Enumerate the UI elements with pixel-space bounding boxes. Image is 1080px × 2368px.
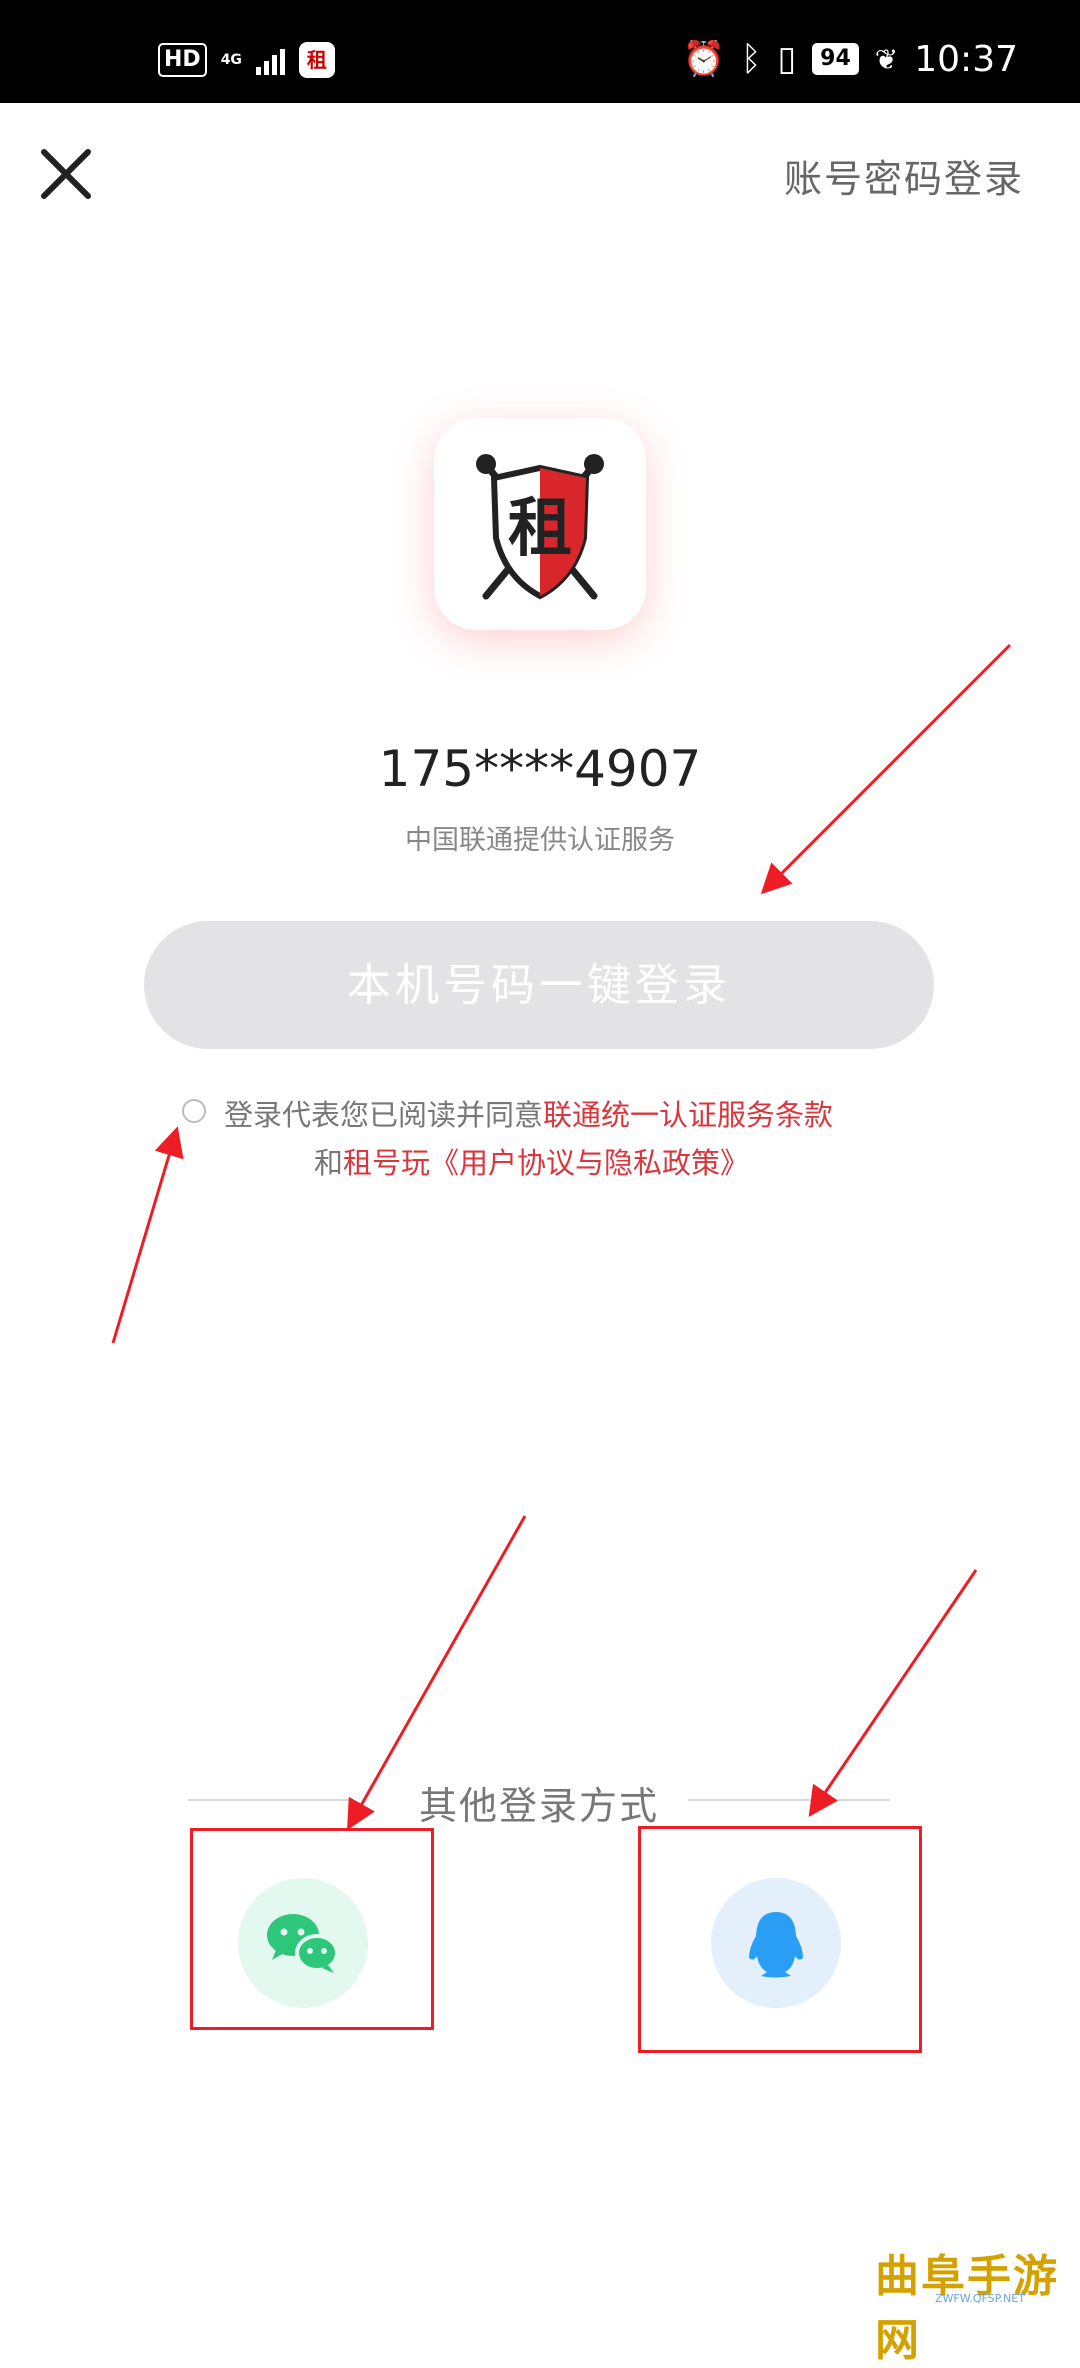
watermark-url: ZWFW.QFSP.NET [935, 2292, 1025, 2305]
arrow-to-qq [808, 1569, 978, 1817]
arrow-to-checkbox [111, 1126, 184, 1344]
arrow-to-wechat [347, 1515, 527, 1831]
arrow-to-button [760, 643, 1012, 895]
annotation-arrows [111, 643, 1012, 1831]
watermark: 曲阜手游网 ZWFW.QFSP.NET [875, 2240, 1075, 2366]
